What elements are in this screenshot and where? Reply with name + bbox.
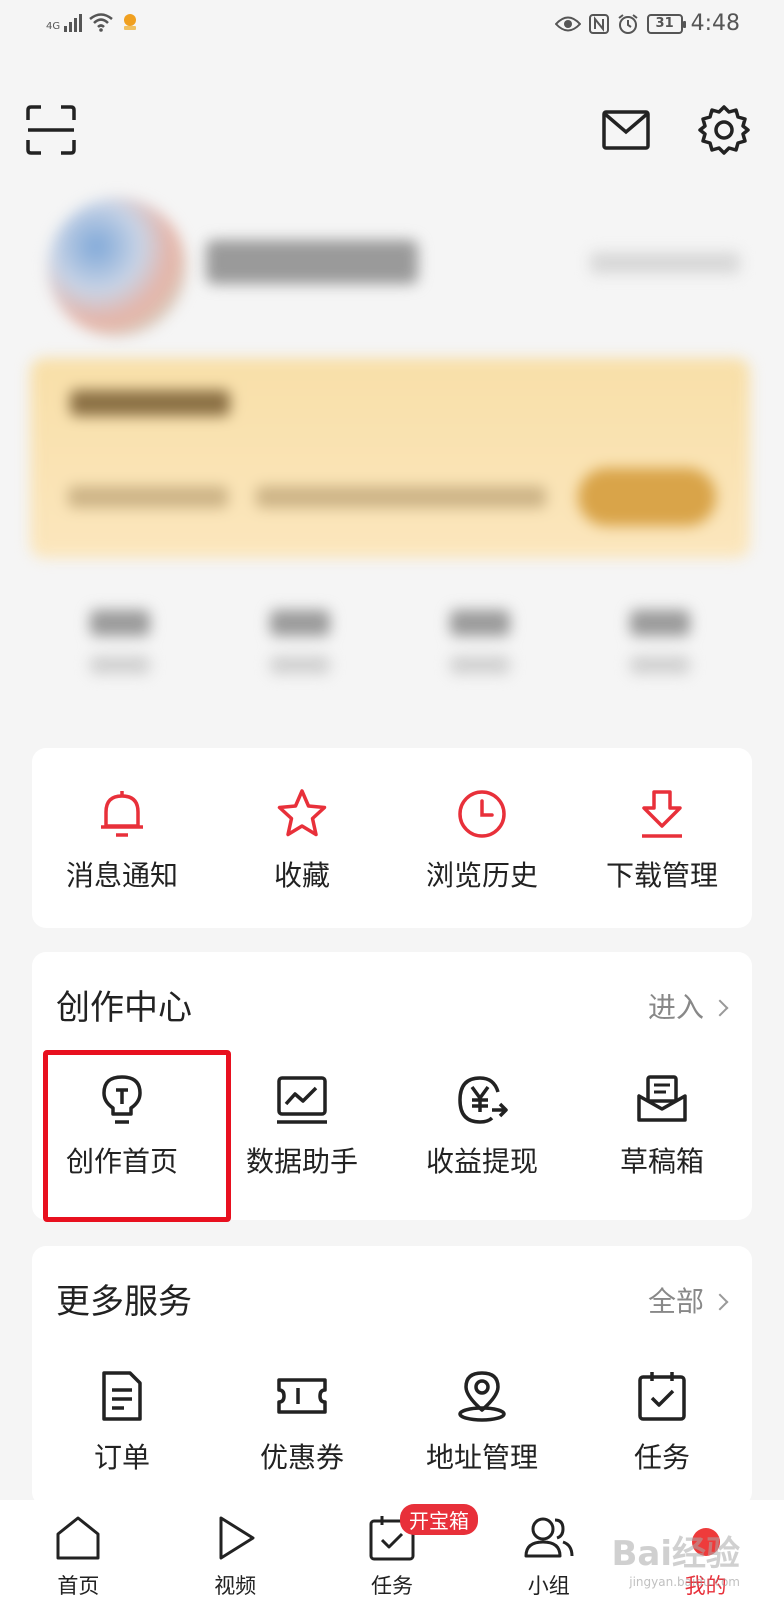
- signal-icon: [64, 14, 83, 32]
- creation-item-label: 草稿箱: [619, 1145, 704, 1178]
- profile-link[interactable]: [590, 252, 740, 274]
- mail-icon[interactable]: [600, 104, 652, 156]
- data-assistant-button[interactable]: 数据助手: [212, 1072, 392, 1178]
- quick-action-label: 收藏: [273, 859, 330, 892]
- quick-action-label: 浏览历史: [425, 859, 538, 892]
- download-icon: [642, 790, 682, 838]
- nav-video[interactable]: 视频: [165, 1500, 305, 1600]
- nfc-icon: [588, 13, 609, 34]
- document-icon: [102, 1371, 142, 1421]
- stat-item[interactable]: [240, 610, 360, 700]
- draft-box-icon: [637, 1075, 687, 1122]
- creation-item-label: 收益提现: [425, 1145, 538, 1178]
- app-notification-icon: [124, 14, 137, 30]
- nav-tasks[interactable]: 任务 开宝箱: [322, 1500, 478, 1600]
- chevron-right-icon: [711, 999, 729, 1017]
- quick-action-notifications[interactable]: 消息通知: [32, 786, 212, 892]
- stats-row: [30, 610, 750, 700]
- vip-button[interactable]: [578, 468, 716, 526]
- stat-item[interactable]: [60, 610, 180, 700]
- treasure-box-badge[interactable]: 开宝箱: [399, 1504, 478, 1535]
- earnings-withdraw-button[interactable]: 收益提现: [392, 1072, 572, 1178]
- username: [206, 240, 418, 284]
- nav-groups[interactable]: 小组: [479, 1500, 619, 1600]
- home-icon: [56, 1516, 100, 1560]
- nav-label: 任务: [370, 1574, 413, 1598]
- watermark: Bai经验 jingyan.baidu.com: [611, 1534, 740, 1589]
- alarm-icon: [617, 13, 638, 34]
- quick-actions-card: 消息通知 收藏 浏览历史 下载管理: [32, 748, 752, 928]
- creation-center-title: 创作中心: [56, 988, 192, 1028]
- service-item-label: 订单: [93, 1441, 150, 1474]
- bell-icon: [101, 791, 143, 837]
- quick-action-label: 下载管理: [605, 859, 718, 892]
- stat-item[interactable]: [420, 610, 540, 700]
- quick-action-label: 消息通知: [65, 859, 178, 892]
- orders-button[interactable]: 订单: [32, 1368, 212, 1474]
- service-item-label: 任务: [633, 1441, 690, 1474]
- nav-label: 小组: [527, 1574, 570, 1598]
- creation-item-label: 数据助手: [245, 1145, 358, 1178]
- location-pin-icon: [458, 1371, 506, 1422]
- chart-icon: [277, 1076, 327, 1124]
- ticket-icon: [277, 1378, 327, 1414]
- vip-card[interactable]: [30, 358, 750, 558]
- calendar-check-icon: [638, 1372, 686, 1421]
- quick-action-favorites[interactable]: 收藏: [212, 786, 392, 892]
- avatar[interactable]: [48, 198, 186, 336]
- scan-icon[interactable]: [25, 104, 77, 156]
- star-icon: [277, 789, 327, 837]
- eye-icon: [554, 16, 581, 31]
- creation-center-enter-link[interactable]: 进入: [648, 992, 729, 1024]
- service-item-label: 地址管理: [425, 1441, 538, 1474]
- stat-item[interactable]: [600, 610, 720, 700]
- status-right: 31 4:48: [554, 11, 740, 36]
- gear-icon[interactable]: [698, 104, 750, 156]
- nav-label: 首页: [57, 1574, 100, 1598]
- service-item-label: 优惠券: [259, 1441, 344, 1474]
- nav-label: 视频: [214, 1574, 257, 1598]
- coupons-button[interactable]: 优惠券: [212, 1368, 392, 1474]
- more-services-all-link[interactable]: 全部: [648, 1286, 729, 1318]
- more-services-card: 更多服务 全部 订单 优惠券 地址管理 任务: [32, 1246, 752, 1506]
- nav-home[interactable]: 首页: [8, 1500, 148, 1600]
- highlight-box: [43, 1050, 231, 1222]
- status-bar: 4G 31 4:48: [0, 0, 784, 50]
- quick-action-history[interactable]: 浏览历史: [392, 786, 572, 892]
- quick-action-downloads[interactable]: 下载管理: [572, 786, 752, 892]
- chevron-right-icon: [711, 1293, 729, 1311]
- network-type: 4G: [46, 21, 61, 32]
- drafts-button[interactable]: 草稿箱: [572, 1072, 752, 1178]
- address-management-button[interactable]: 地址管理: [392, 1368, 572, 1474]
- yuan-exchange-icon: [458, 1076, 508, 1124]
- clock-time: 4:48: [690, 11, 740, 36]
- play-icon: [219, 1516, 255, 1560]
- group-icon: [524, 1517, 574, 1558]
- status-left: 4G: [46, 12, 140, 32]
- more-services-title: 更多服务: [56, 1282, 192, 1322]
- battery-icon: 31: [646, 13, 686, 34]
- clock-icon: [458, 790, 506, 838]
- wifi-icon: [89, 13, 113, 32]
- tasks-button[interactable]: 任务: [572, 1368, 752, 1474]
